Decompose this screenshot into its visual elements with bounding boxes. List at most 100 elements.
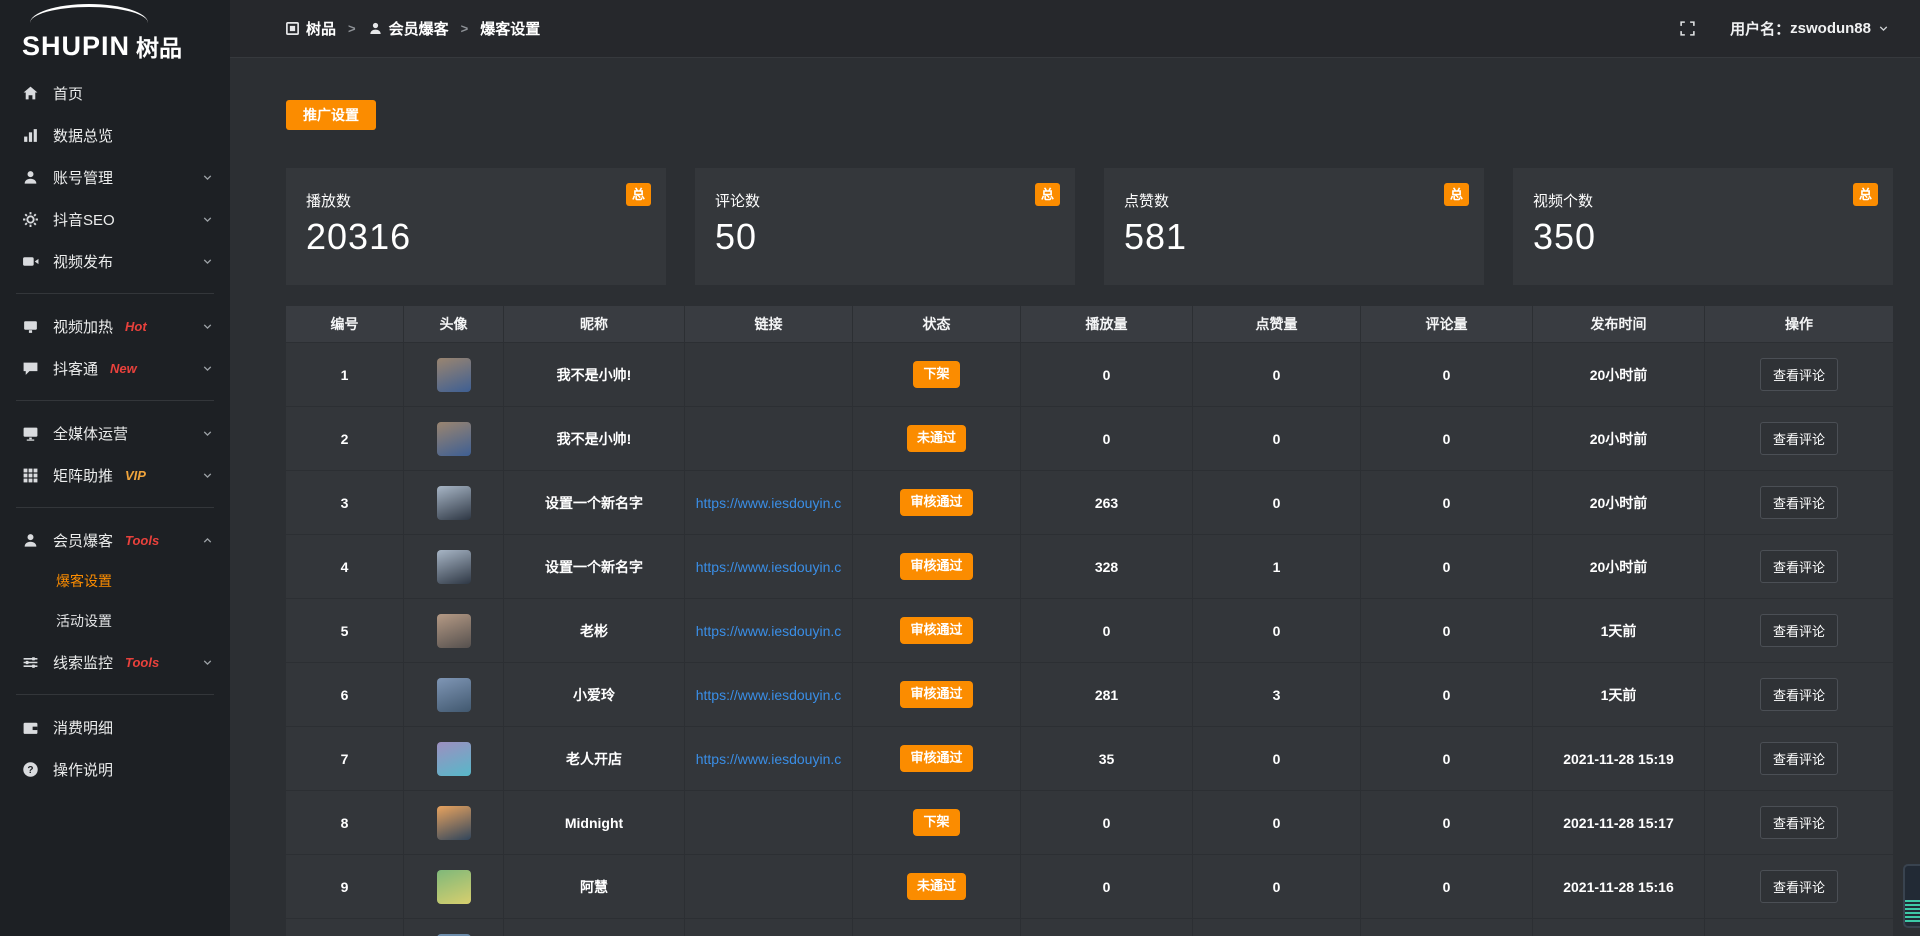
- cell-avatar: [404, 598, 504, 662]
- stat-card: 评论数50总: [695, 168, 1075, 285]
- stat-card: 视频个数350总: [1513, 168, 1893, 285]
- promo-settings-button[interactable]: 推广设置: [286, 100, 376, 130]
- sidebar-item-label: 账号管理: [53, 167, 113, 188]
- stat-card: 点赞数 581 总: [1104, 168, 1484, 285]
- cell-publish-time: 20小时前: [1533, 406, 1705, 470]
- fullscreen-icon[interactable]: [1679, 20, 1696, 37]
- video-link[interactable]: https://www.iesdouyin.c: [685, 751, 852, 767]
- table-row: 4设置一个新名字https://www.iesdouyin.c审核通过32810…: [286, 534, 1893, 598]
- video-link[interactable]: https://www.iesdouyin.c: [685, 623, 852, 639]
- sidebar-item-label: 数据总览: [53, 125, 113, 146]
- cell-status: 审核通过: [853, 662, 1021, 726]
- video-link[interactable]: https://www.iesdouyin.c: [685, 559, 852, 575]
- table-row: 9阿慧未通过0002021-11-28 15:16查看评论: [286, 854, 1893, 918]
- wallet-icon: [22, 719, 39, 736]
- sidebar-item-operation-guide[interactable]: ?操作说明: [0, 748, 230, 790]
- cell-actions: 查看评论: [1705, 470, 1893, 534]
- cell-plays: 328: [1021, 534, 1193, 598]
- sidebar-item-all-media-operation[interactable]: 全媒体运营: [0, 412, 230, 454]
- sidebar-item-home[interactable]: 首页: [0, 72, 230, 114]
- breadcrumb-item-member-baoke[interactable]: 会员爆客: [368, 18, 449, 39]
- status-badge: 审核通过: [900, 553, 972, 580]
- view-comments-button[interactable]: 查看评论: [1760, 422, 1838, 455]
- floating-widget[interactable]: [1903, 864, 1920, 928]
- cell-likes: 0: [1193, 406, 1361, 470]
- cell-plays: 0: [1021, 790, 1193, 854]
- view-comments-button[interactable]: 查看评论: [1760, 742, 1838, 775]
- sidebar-divider: [16, 694, 214, 695]
- cell-publish-time: 20小时前: [1533, 342, 1705, 406]
- avatar: [437, 550, 471, 584]
- avatar: [437, 422, 471, 456]
- stat-card-label: 评论数: [715, 190, 1055, 211]
- sidebar-item-clue-monitor[interactable]: 线索监控Tools: [0, 641, 230, 683]
- user-icon: [22, 532, 39, 549]
- sidebar-item-badge: VIP: [125, 468, 146, 483]
- status-badge: 审核通过: [900, 681, 972, 708]
- cell-publish-time: 1天前: [1533, 662, 1705, 726]
- cell-nickname: 我不是小帅!: [504, 342, 685, 406]
- view-comments-button[interactable]: 查看评论: [1760, 678, 1838, 711]
- topbar-right: 用户名： zswodun88: [1679, 18, 1890, 39]
- stat-card-value: 350: [1533, 216, 1873, 258]
- monitor-icon: [22, 425, 39, 442]
- cell-plays: 281: [1021, 662, 1193, 726]
- chevron-down-icon: [201, 656, 214, 669]
- cell-avatar: [404, 470, 504, 534]
- sidebar-divider: [16, 507, 214, 508]
- sidebar-item-video-heat[interactable]: 视频加热Hot: [0, 305, 230, 347]
- table-row: 3设置一个新名字https://www.iesdouyin.c审核通过26300…: [286, 470, 1893, 534]
- logo-arc-icon: [30, 4, 148, 23]
- cell-publish-time: [1533, 918, 1705, 936]
- sidebar-item-douketong[interactable]: 抖客通New: [0, 347, 230, 389]
- avatar: [437, 678, 471, 712]
- sidebar-item-data-overview[interactable]: 数据总览: [0, 114, 230, 156]
- brand-logo[interactable]: SHUPIN 树品: [0, 0, 230, 62]
- video-link[interactable]: https://www.iesdouyin.c: [685, 495, 852, 511]
- stat-card-total-badge: 总: [1444, 183, 1469, 206]
- cell-nickname: 老人开店: [504, 726, 685, 790]
- cell-publish-time: 2021-11-28 15:16: [1533, 854, 1705, 918]
- cell-id: 9: [286, 854, 404, 918]
- heat-icon: [22, 318, 39, 335]
- cell-avatar: [404, 726, 504, 790]
- sidebar-item-douyin-seo[interactable]: 抖音SEO: [0, 198, 230, 240]
- view-comments-button[interactable]: 查看评论: [1760, 486, 1838, 519]
- sidebar-item-member-baoke[interactable]: 会员爆客Tools: [0, 519, 230, 561]
- cell-avatar: [404, 790, 504, 854]
- breadcrumb-item-baoke-settings: 爆客设置: [480, 18, 540, 39]
- sidebar-item-matrix-boost[interactable]: 矩阵助推VIP: [0, 454, 230, 496]
- view-comments-button[interactable]: 查看评论: [1760, 614, 1838, 647]
- user-menu[interactable]: 用户名： zswodun88: [1730, 18, 1890, 39]
- sidebar-subitem-baoke-settings[interactable]: 爆客设置: [0, 561, 230, 601]
- stat-card-value: 581: [1124, 216, 1464, 258]
- sidebar-item-video-publish[interactable]: 视频发布: [0, 240, 230, 282]
- cell-comments: 0: [1361, 534, 1533, 598]
- sidebar-item-label: 全媒体运营: [53, 423, 128, 444]
- breadcrumb: 树品>会员爆客>爆客设置: [285, 18, 540, 39]
- sidebar-item-badge: Hot: [125, 319, 147, 334]
- view-comments-button[interactable]: 查看评论: [1760, 550, 1838, 583]
- video-link[interactable]: https://www.iesdouyin.c: [685, 687, 852, 703]
- cell-status: 审核通过: [853, 534, 1021, 598]
- cell-link-wrap: [685, 918, 853, 936]
- view-comments-button[interactable]: 查看评论: [1760, 870, 1838, 903]
- cell-likes: 0: [1193, 598, 1361, 662]
- breadcrumb-item-shupin[interactable]: 树品: [285, 18, 336, 39]
- cell-comments: 0: [1361, 406, 1533, 470]
- sidebar-divider: [16, 400, 214, 401]
- column-header: 昵称: [504, 306, 685, 342]
- cell-comments: 0: [1361, 726, 1533, 790]
- view-comments-button[interactable]: 查看评论: [1760, 358, 1838, 391]
- sidebar-item-account-management[interactable]: 账号管理: [0, 156, 230, 198]
- stat-card-value: 50: [715, 216, 1055, 258]
- username-value: zswodun88: [1790, 20, 1871, 37]
- sidebar-item-consumption-detail[interactable]: 消费明细: [0, 706, 230, 748]
- cell-publish-time: 1天前: [1533, 598, 1705, 662]
- stat-card-label: 点赞数: [1124, 190, 1464, 211]
- view-comments-button[interactable]: 查看评论: [1760, 806, 1838, 839]
- user-icon: [368, 21, 383, 36]
- sidebar-item-label: 会员爆客: [53, 530, 113, 551]
- sidebar-subitem-activity-settings[interactable]: 活动设置: [0, 601, 230, 641]
- breadcrumb-label: 爆客设置: [480, 18, 540, 39]
